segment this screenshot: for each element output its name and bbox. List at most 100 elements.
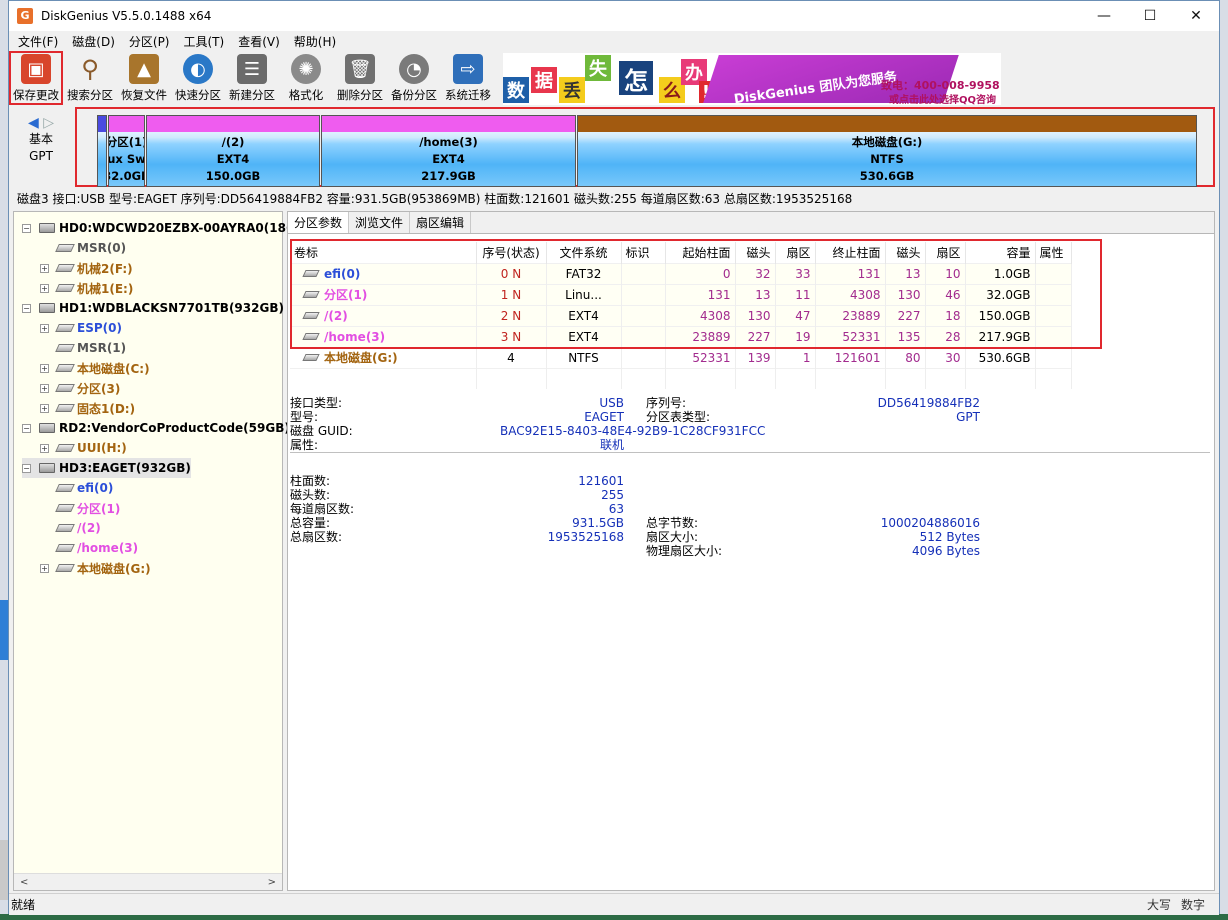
collapse-icon[interactable]: − [22,463,31,473]
col-header[interactable]: 属性 [1035,242,1072,263]
table-cell: 4308 [665,304,736,326]
tree-partition-item[interactable]: + 机械2(F:) [40,258,133,278]
expand-icon[interactable]: + [40,383,49,393]
table-cell: 13 [885,262,926,284]
table-row[interactable]: /home(3) 3 N EXT4 23889 227 19 52331 135 28 217.9… [290,325,1072,347]
tree-partition-item[interactable]: MSR(1) [40,338,126,358]
menu-help[interactable]: 帮助(H) [287,33,343,50]
tree-partition-item[interactable]: + 固态1(D:) [40,398,135,418]
menu-tools[interactable]: 工具(T) [177,33,232,50]
tree-partition-item[interactable]: /home(3) [40,538,138,558]
map-partition[interactable]: 本地磁盘(G:) NTFS 530.6GB [577,115,1197,187]
table-cell [621,367,666,389]
col-header[interactable]: 扇区 [775,242,816,263]
col-header[interactable]: 容量 [965,242,1036,263]
expand-icon[interactable]: + [40,443,49,453]
tree-disk-item[interactable]: − HD3:EAGET(932GB) [22,458,191,478]
tree-partition-item[interactable]: + 机械1(E:) [40,278,133,298]
table-cell [665,367,736,389]
table-row[interactable]: efi(0) 0 N FAT32 0 32 33 131 13 10 1.0GB [290,262,1072,284]
col-header[interactable]: 终止柱面 [815,242,886,263]
menu-disk[interactable]: 磁盘(D) [65,33,122,50]
table-row[interactable]: /(2) 2 N EXT4 4308 130 47 23889 227 18 150.0GB [290,304,1072,326]
maximize-button[interactable]: ☐ [1127,1,1173,31]
banner-qq-link[interactable]: 或点击此处选择QQ咨询 [889,91,996,105]
system-migrate-button[interactable]: ⇨ 系统迁移 [441,51,495,105]
col-header[interactable]: 磁头 [735,242,776,263]
tree-partition-item[interactable]: 分区(1) [40,498,120,518]
table-cell: 227 [885,304,926,326]
prop-value: 255 [601,488,624,502]
table-row[interactable]: 分区(1) 1 N Linu... 131 13 11 4308 130 46 32.0GB [290,283,1072,305]
col-header[interactable]: 磁头 [885,242,926,263]
table-cell: 13 [735,283,776,305]
map-partition[interactable]: 分区(1) ux Sw 32.0GB [108,115,145,187]
delete-partition-button[interactable]: 🗑 删除分区 [333,51,387,105]
tree-disk-item[interactable]: − HD1:WDBLACKSN7701TB(932GB) [22,298,284,318]
tree-item-label: ESP(0) [77,321,122,335]
hard-disk-icon [39,423,55,433]
tree-partition-item[interactable]: + 本地磁盘(G:) [40,558,151,578]
table-cell: 11 [775,283,816,305]
menu-file[interactable]: 文件(F) [11,33,65,50]
menu-partition[interactable]: 分区(P) [122,33,177,50]
new-partition-button[interactable]: ☰ 新建分区 [225,51,279,105]
menu-view[interactable]: 查看(V) [231,33,287,50]
format-button[interactable]: ✺ 格式化 [279,51,333,105]
prev-disk-icon[interactable]: ◀ [28,115,39,131]
table-cell [815,367,886,389]
tree-disk-item[interactable]: − RD2:VendorCoProductCode(59GB) [22,418,290,438]
table-cell: 131 [665,283,736,305]
quick-partition-button[interactable]: ◐ 快速分区 [171,51,225,105]
close-button[interactable]: ✕ [1173,1,1219,31]
tree-disk-item[interactable]: − HD0:WDCWD20EZBX-00AYRA0(1863 [22,218,303,238]
tree-partition-item[interactable]: + 分区(3) [40,378,120,398]
expand-icon[interactable]: + [40,403,49,413]
partition-icon [302,291,320,298]
collapse-icon[interactable]: − [22,303,31,313]
tab-partition-params[interactable]: 分区参数 [288,212,350,233]
table-row[interactable]: 本地磁盘(G:) 4 NTFS 52331 139 1 121601 80 30 530.6GB [290,346,1072,368]
collapse-icon[interactable]: − [22,223,31,233]
col-header[interactable]: 起始柱面 [665,242,736,263]
tree-partition-item[interactable]: efi(0) [40,478,113,498]
tab-browse-files[interactable]: 浏览文件 [349,212,411,233]
map-partition[interactable]: /(2) EXT4 150.0GB [146,115,320,187]
col-header[interactable]: 扇区 [925,242,966,263]
tree-horizontal-scrollbar[interactable]: < > [14,873,282,890]
collapse-icon[interactable]: − [22,423,31,433]
recover-files-button[interactable]: ▲ 恢复文件 [117,51,171,105]
trash-icon: 🗑 [345,54,375,84]
col-header[interactable]: 文件系统 [546,242,622,263]
map-partition[interactable]: /home(3) EXT4 217.9GB [321,115,576,187]
tree-partition-item[interactable]: + ESP(0) [40,318,122,338]
map-efi-slice[interactable] [97,115,107,187]
tree-partition-item[interactable]: + UUI(H:) [40,438,127,458]
prop-value: 121601 [578,474,624,488]
expand-icon[interactable]: + [40,283,49,293]
scroll-left-icon[interactable]: < [20,877,28,888]
expand-icon[interactable]: + [40,263,49,273]
tree-partition-item[interactable]: + 本地磁盘(C:) [40,358,150,378]
caps-indicator: 大写 [1146,898,1171,912]
col-header[interactable]: 序号(状态) [476,242,547,263]
tree-partition-item[interactable]: MSR(0) [40,238,126,258]
table-cell: 217.9GB [965,325,1036,347]
col-header[interactable]: 标识 [621,242,666,263]
expand-icon[interactable]: + [40,363,49,373]
next-disk-icon[interactable]: ▷ [43,115,54,131]
scroll-right-icon[interactable]: > [268,877,276,888]
volume-name: 分区(1) [324,288,368,302]
tab-sector-edit[interactable]: 扇区编辑 [410,212,472,233]
table-cell: 23889 [815,304,886,326]
backup-partition-button[interactable]: ◔ 备份分区 [387,51,441,105]
partition-icon [55,384,75,392]
save-changes-button[interactable]: ▣ 保存更改 [9,51,63,105]
col-header[interactable]: 卷标 [290,242,477,263]
expand-icon[interactable]: + [40,563,49,573]
expand-icon[interactable]: + [40,323,49,333]
search-partition-button[interactable]: ⚲ 搜索分区 [63,51,117,105]
minimize-button[interactable]: — [1081,1,1127,31]
tree-partition-item[interactable]: /(2) [40,518,101,538]
ad-banner[interactable]: 数 据 丢 失 怎 么 办 ! DiskGenius 团队为您服务 致电：400… [503,53,1001,105]
